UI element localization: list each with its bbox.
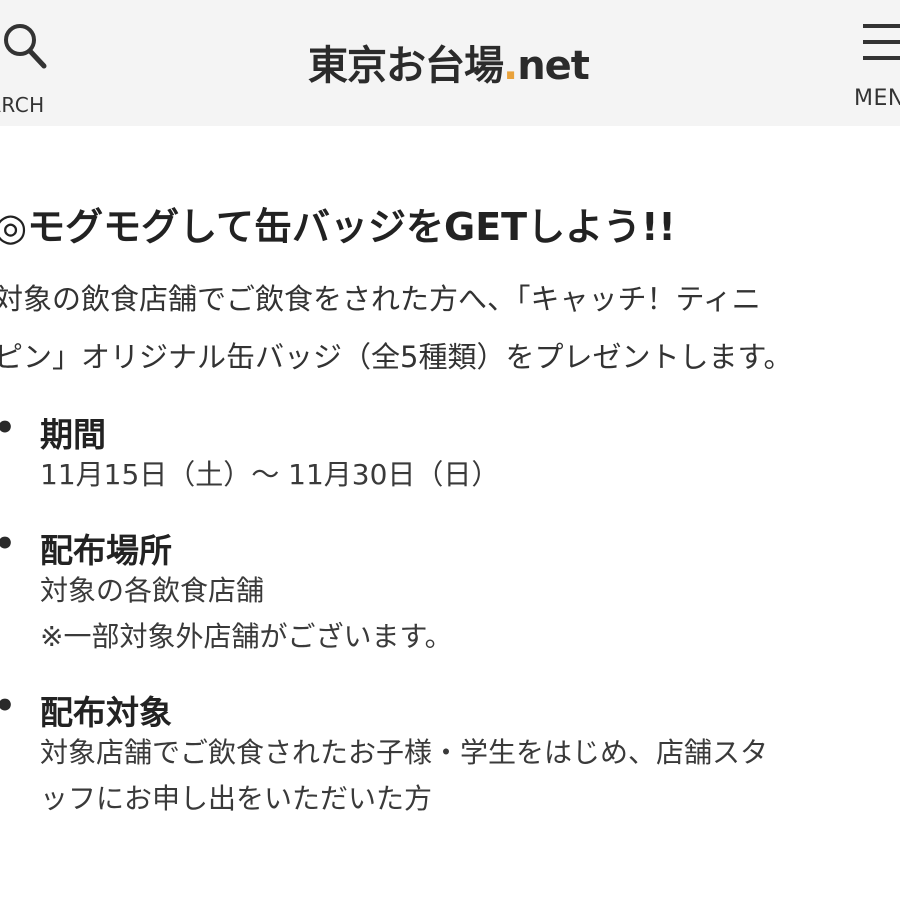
- search-icon: [4, 24, 47, 69]
- search-label: EARCH: [0, 93, 45, 117]
- hamburger-menu-icon: [863, 24, 900, 60]
- section-title: 配布対象: [40, 693, 172, 732]
- article-intro: 対象の飲食店舗でご飲食をされた方へ、「キャッチ！ティニ ピン」オリジナル缶バッジ…: [0, 270, 793, 386]
- search-button[interactable]: EARCH: [0, 16, 76, 117]
- section-line: ッフにお申し出をいただいた方: [40, 782, 433, 815]
- logo-text: 東京お台場: [308, 43, 504, 89]
- site-logo[interactable]: 東京お台場.net: [308, 33, 590, 91]
- site-header: EARCH 東京お台場.net MEN: [0, 0, 900, 126]
- menu-label: MEN: [854, 86, 900, 111]
- article-headline: ◎モグモグして缶バッジをGETしよう!!: [0, 205, 676, 249]
- section-title: 配布場所: [40, 531, 172, 570]
- section-body: 対象店舗でご飲食されたお子様・学生をはじめ、店舗スタ ッフにお申し出をいただいた…: [40, 730, 768, 822]
- logo-suffix: net: [517, 43, 590, 89]
- intro-line: 対象の飲食店舗でご飲食をされた方へ、「キャッチ！ティニ: [0, 282, 761, 316]
- menu-button[interactable]: MEN: [846, 16, 900, 111]
- section-title: 期間: [40, 415, 106, 454]
- section-line: 11月15日（土）～ 11月30日（日）: [40, 458, 500, 491]
- section-body: 11月15日（土）～ 11月30日（日）: [40, 452, 499, 498]
- intro-line: ピン」オリジナル缶バッジ（全5種類）をプレゼントします。: [0, 340, 793, 374]
- section-body: 対象の各飲食店舗 ※一部対象外店舗がございます。: [40, 568, 453, 660]
- bullet: •: [0, 686, 16, 726]
- section-line: 対象の各飲食店舗: [40, 574, 265, 607]
- section-line: 対象店舗でご飲食されたお子様・学生をはじめ、店舗スタ: [40, 736, 769, 769]
- bullet: •: [0, 524, 16, 564]
- section-line: ※一部対象外店舗がございます。: [40, 620, 453, 653]
- article-content: ◎モグモグして缶バッジをGETしよう!! 対象の飲食店舗でご飲食をされた方へ、「…: [0, 126, 900, 900]
- bullet: •: [0, 408, 16, 448]
- logo-dot: .: [503, 43, 518, 89]
